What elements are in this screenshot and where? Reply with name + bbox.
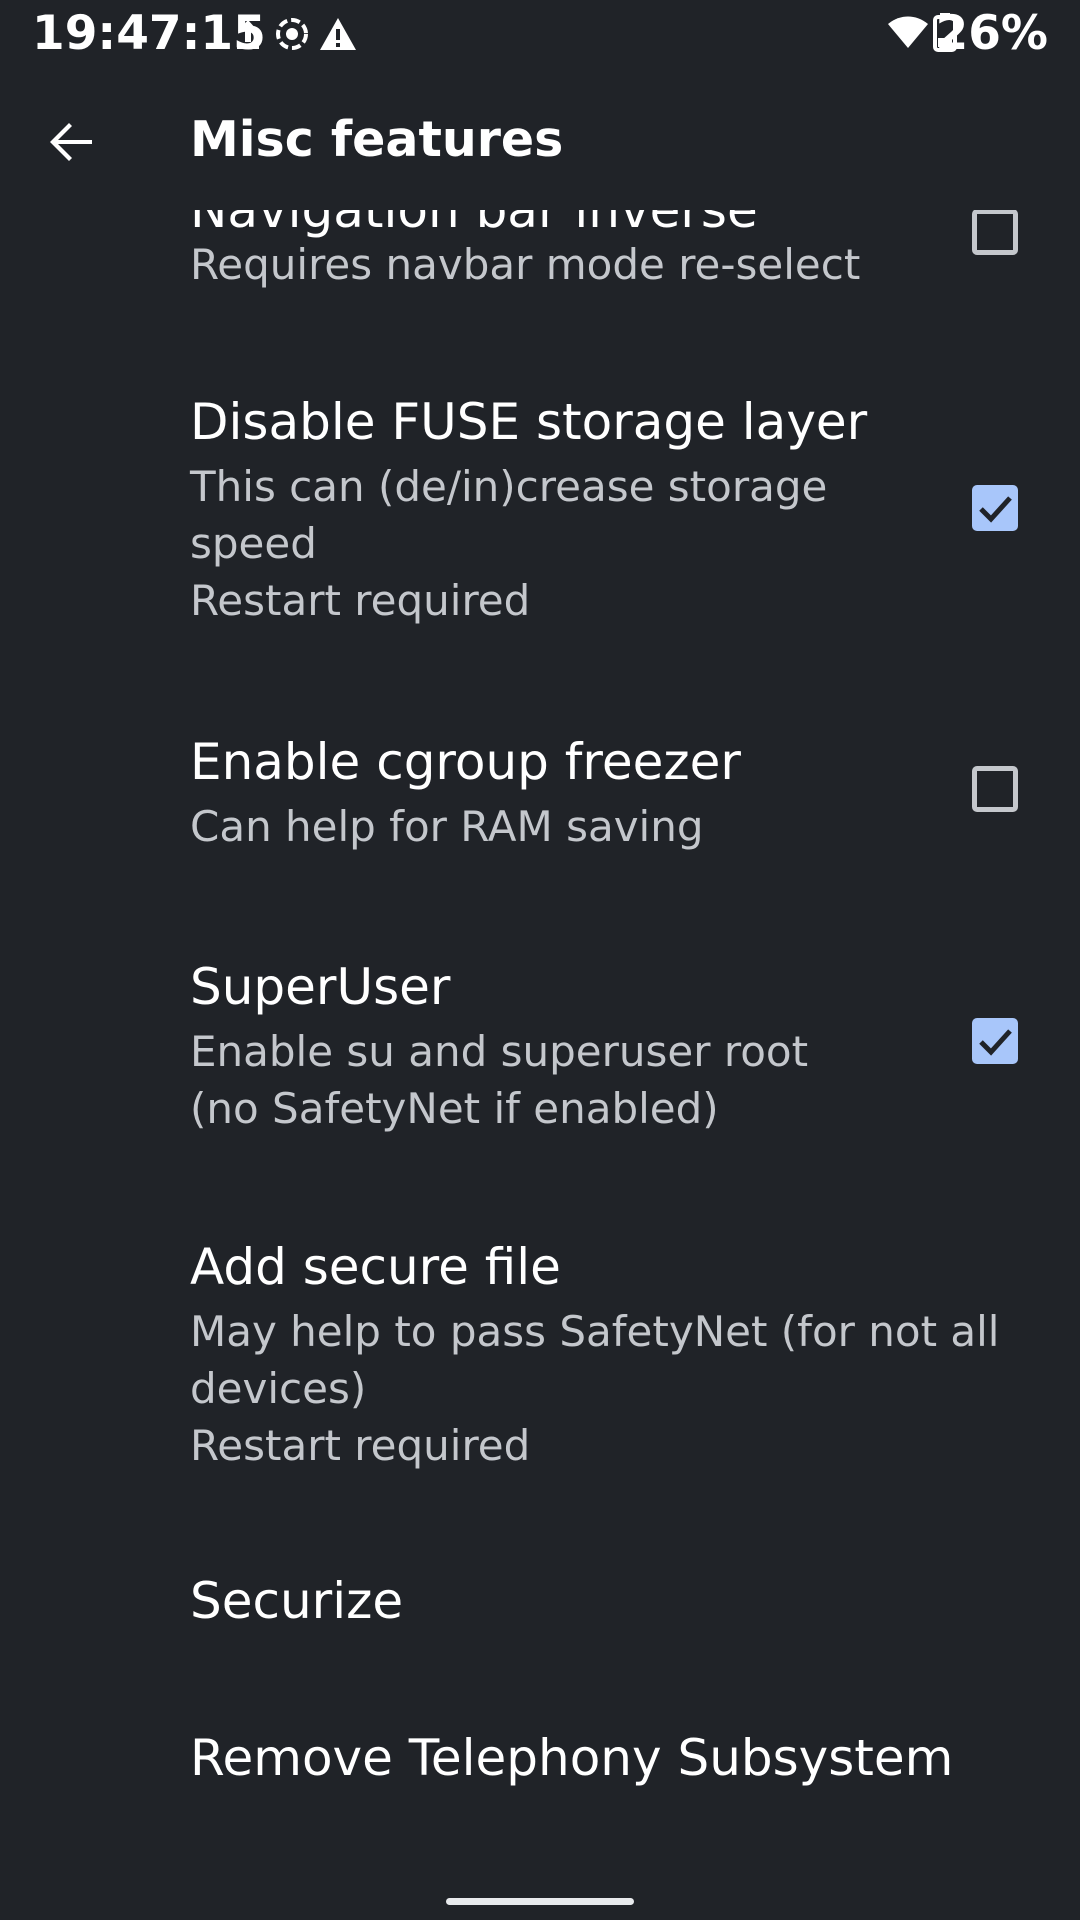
pref-title: Enable cgroup freezer xyxy=(190,733,741,791)
page-title: Misc features xyxy=(190,111,564,168)
pref-summary: Requires navbar mode re-select xyxy=(190,240,861,289)
preference-list: Navigation bar inverse Requires navbar m… xyxy=(0,0,1080,1920)
pref-title: SuperUser xyxy=(190,958,451,1016)
pref-superuser[interactable]: SuperUser Enable su and superuser root (… xyxy=(0,945,1080,1155)
pref-securize[interactable]: Securize xyxy=(0,1565,1080,1695)
check-icon xyxy=(979,496,1012,523)
pref-title: Remove Telephony Subsystem xyxy=(190,1729,954,1787)
arrow-back-icon[interactable] xyxy=(36,106,108,178)
pref-remove-telephony[interactable]: Remove Telephony Subsystem xyxy=(0,1722,1080,1852)
gesture-nav-handle[interactable] xyxy=(446,1898,634,1905)
battery-percent: 26% xyxy=(935,6,1049,61)
pref-disable-fuse[interactable]: Disable FUSE storage layer This can (de/… xyxy=(0,380,1080,650)
pref-summary: Enable su and superuser root (no SafetyN… xyxy=(190,1027,809,1133)
settings-screen: 19:47:15 26% Misc features Navigation ba… xyxy=(0,0,1080,1920)
pref-enable-cgroup-freezer[interactable]: Enable cgroup freezer Can help for RAM s… xyxy=(0,720,1080,890)
superuser-checkbox[interactable] xyxy=(972,1018,1018,1064)
app-toolbar: Misc features xyxy=(0,70,1080,210)
cgroup-freezer-checkbox[interactable] xyxy=(972,766,1018,812)
navigation-bar-inverse-checkbox[interactable] xyxy=(972,209,1018,255)
pref-title: Securize xyxy=(190,1572,404,1630)
pref-title: Disable FUSE storage layer xyxy=(190,393,868,451)
pref-summary: This can (de/in)crease storage speed Res… xyxy=(190,462,828,625)
screen-record-icon xyxy=(276,18,308,50)
pref-title: Add secure file xyxy=(190,1238,561,1296)
check-icon xyxy=(979,1029,1012,1056)
upload-icon xyxy=(237,20,259,49)
pref-add-secure-file[interactable]: Add secure file May help to pass SafetyN… xyxy=(0,1225,1080,1475)
status-bar: 19:47:15 26% xyxy=(0,0,1080,70)
alert-icon xyxy=(320,18,356,50)
wifi-icon xyxy=(888,16,928,48)
pref-summary: Can help for RAM saving xyxy=(190,802,704,851)
pref-summary: May help to pass SafetyNet (for not all … xyxy=(190,1307,1000,1470)
disable-fuse-checkbox[interactable] xyxy=(972,485,1018,531)
